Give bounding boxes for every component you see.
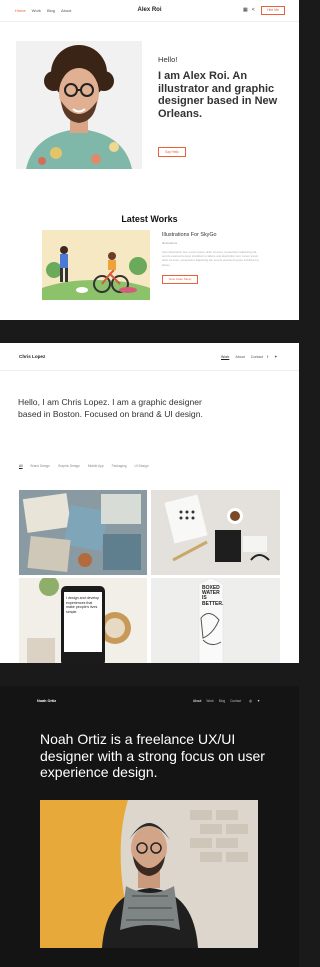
nav-link-about[interactable]: About <box>235 355 244 359</box>
facebook-icon[interactable]: f <box>267 354 268 359</box>
hire-me-button[interactable]: Hire Me <box>261 6 285 15</box>
social-links: ◎ ✦ <box>249 699 260 703</box>
grid-icon[interactable]: ▦ <box>243 7 248 13</box>
nav-link-contact[interactable]: Contact <box>251 355 263 359</box>
work-category: Illustrations <box>162 241 178 245</box>
portfolio-tile-phone[interactable]: I design and develop experiences that ma… <box>19 578 147 663</box>
nav-link-contact[interactable]: Contact <box>230 699 241 703</box>
nav-link-work[interactable]: Work <box>206 699 213 703</box>
site-logo[interactable]: Noah Ortiz <box>37 699 56 703</box>
nav-icons: ▦ < <box>243 7 255 13</box>
portfolio-page-chris-lopez: Chris Lopez Work About Contact f ✦ Hello… <box>0 343 299 663</box>
intro-heading: Noah Ortiz is a freelance UX/UI designer… <box>40 731 265 780</box>
filter-packaging[interactable]: Packaging <box>112 464 127 468</box>
nav-link-work[interactable]: Work <box>221 355 229 359</box>
profile-photo <box>40 800 258 948</box>
top-navigation: Home Work Blog About Alex Roi ▦ < Hire M… <box>0 0 299 22</box>
twitter-icon[interactable]: ✦ <box>274 354 277 359</box>
work-details: Illustrations For SkyGo Illustrations Ve… <box>162 232 262 284</box>
greeting: Hello! <box>158 55 178 64</box>
filter-graphic-design[interactable]: Graphic Design <box>58 464 80 468</box>
work-thumbnail-illustration[interactable] <box>42 230 150 300</box>
nav-link-blog[interactable]: Blog <box>219 699 225 703</box>
work-description: Vero description text. Lorem ipsum dolor… <box>162 250 259 267</box>
top-navigation: Chris Lopez Work About Contact f ✦ <box>0 343 299 371</box>
nav-menu: Work About Contact <box>221 355 263 359</box>
portfolio-filters: All Brand Design Graphic Design Mobile A… <box>19 464 149 468</box>
portfolio-page-noah-ortiz: Noah Ortiz About Work Blog Contact ◎ ✦ N… <box>0 686 299 967</box>
share-icon[interactable]: < <box>252 7 255 13</box>
profile-portrait <box>16 41 142 169</box>
carton-label: BOXED WATER IS BETTER. <box>202 585 224 607</box>
twitter-icon[interactable]: ✦ <box>257 699 260 703</box>
hero-text: Hello! I am Alex Roi. An illustrator and… <box>158 55 288 157</box>
top-navigation: Noah Ortiz About Work Blog Contact ◎ ✦ <box>0 686 299 716</box>
portfolio-tile-cards[interactable] <box>151 490 280 575</box>
portfolio-page-alex-roi: Home Work Blog About Alex Roi ▦ < Hire M… <box>0 0 299 320</box>
latest-works-title: Latest Works <box>121 214 178 224</box>
nav-link-about[interactable]: About <box>193 699 201 703</box>
filter-mobile-app[interactable]: Mobile App <box>88 464 104 468</box>
phone-screen-text: I design and develop experiences that ma… <box>66 596 100 614</box>
intro-heading: Hello, I am Chris Lopez. I am a graphic … <box>18 397 203 419</box>
say-hello-button[interactable]: Say Hello <box>158 147 186 157</box>
filter-all[interactable]: All <box>19 464 23 468</box>
filter-ui-design[interactable]: UI Design <box>135 464 149 468</box>
nav-menu: About Work Blog Contact <box>193 699 241 703</box>
filter-brand-design[interactable]: Brand Design <box>31 464 50 468</box>
instagram-icon[interactable]: ◎ <box>249 699 252 703</box>
social-links: f ✦ <box>267 354 277 359</box>
portfolio-tile-books[interactable] <box>19 490 147 575</box>
view-case-study-button[interactable]: View Case Study <box>162 274 198 284</box>
hero-heading: I am Alex Roi. An illustrator and graphi… <box>158 70 278 120</box>
portfolio-tile-packaging[interactable]: BOXED WATER IS BETTER. <box>151 578 280 663</box>
site-logo[interactable]: Chris Lopez <box>19 354 45 359</box>
work-title[interactable]: Illustrations For SkyGo <box>162 232 262 238</box>
